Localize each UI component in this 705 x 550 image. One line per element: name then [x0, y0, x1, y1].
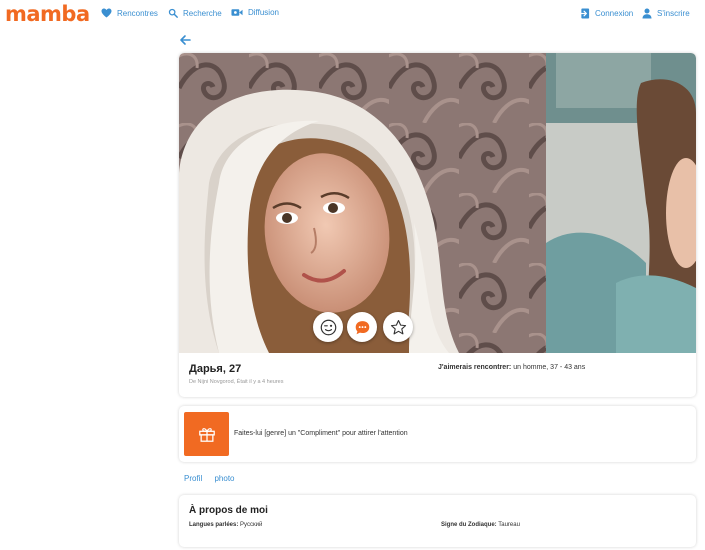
seeking-value: un homme, 37 - 43 ans [513, 364, 586, 371]
profile-tabs: Profil photo [184, 474, 245, 483]
about-title: À propos de moi [189, 505, 268, 516]
tab-photo[interactable]: photo [214, 474, 234, 483]
profile-photo-card: Дарья, 27 De Nijni Novgorod, Était il y … [179, 53, 696, 397]
wink-button[interactable] [313, 312, 343, 342]
compliment-text[interactable]: Faites-lui [genre] un "Compliment" pour … [234, 430, 408, 437]
zodiac-row: Signe du Zodiaque: Taureau [441, 522, 520, 528]
nav-inscrire-label: S'inscrire [657, 9, 690, 18]
nav-connexion-label: Connexion [595, 9, 634, 18]
heart-icon [101, 8, 112, 18]
back-arrow-icon[interactable] [178, 33, 192, 47]
search-icon [168, 8, 178, 18]
about-card: À propos de moi Langues parlées: Русский… [179, 495, 696, 547]
message-icon [355, 320, 369, 334]
nav-recherche[interactable]: Recherche [168, 8, 222, 18]
nav-rencontres-label: Rencontres [117, 8, 158, 18]
user-icon [642, 8, 652, 19]
profile-location-status: De Nijni Novgorod, Était il y a 4 heures [189, 379, 284, 385]
nav-rencontres[interactable]: Rencontres [101, 8, 158, 18]
nav-diffusion-label: Diffusion [248, 8, 279, 17]
gift-button[interactable] [184, 412, 229, 456]
compliment-card: Faites-lui [genre] un "Compliment" pour … [179, 406, 696, 462]
profile-name-age: Дарья, 27 [189, 363, 242, 375]
profile-photo-main[interactable] [179, 53, 546, 353]
zodiac-label: Signe du Zodiaque: [441, 522, 497, 528]
message-button[interactable] [347, 312, 377, 342]
star-icon [390, 319, 406, 334]
seeking-info: J'aimerais rencontrer: un homme, 37 - 43… [438, 364, 585, 371]
profile-photo-next[interactable] [546, 53, 696, 353]
profile-info: Дарья, 27 De Nijni Novgorod, Était il y … [179, 353, 696, 397]
gift-icon [198, 428, 215, 442]
favorite-button[interactable] [383, 312, 413, 342]
mamba-logo[interactable]: mamba [5, 2, 90, 26]
zodiac-value: Taureau [498, 522, 520, 528]
nav-inscrire[interactable]: S'inscrire [642, 8, 690, 19]
nav-diffusion[interactable]: Diffusion [231, 8, 279, 17]
nav-recherche-label: Recherche [183, 8, 222, 18]
seeking-label: J'aimerais rencontrer: [438, 364, 512, 371]
tab-profil[interactable]: Profil [184, 474, 202, 483]
nav-connexion[interactable]: Connexion [580, 8, 633, 19]
login-arrow-icon [580, 8, 590, 19]
video-camera-icon [231, 9, 243, 16]
languages-label: Langues parlées: [189, 522, 239, 528]
wink-icon [320, 319, 336, 335]
languages-value: Русский [240, 522, 263, 528]
top-navigation: mamba Rencontres Recherche Diffusion Con… [0, 0, 705, 30]
languages-row: Langues parlées: Русский [189, 522, 262, 528]
